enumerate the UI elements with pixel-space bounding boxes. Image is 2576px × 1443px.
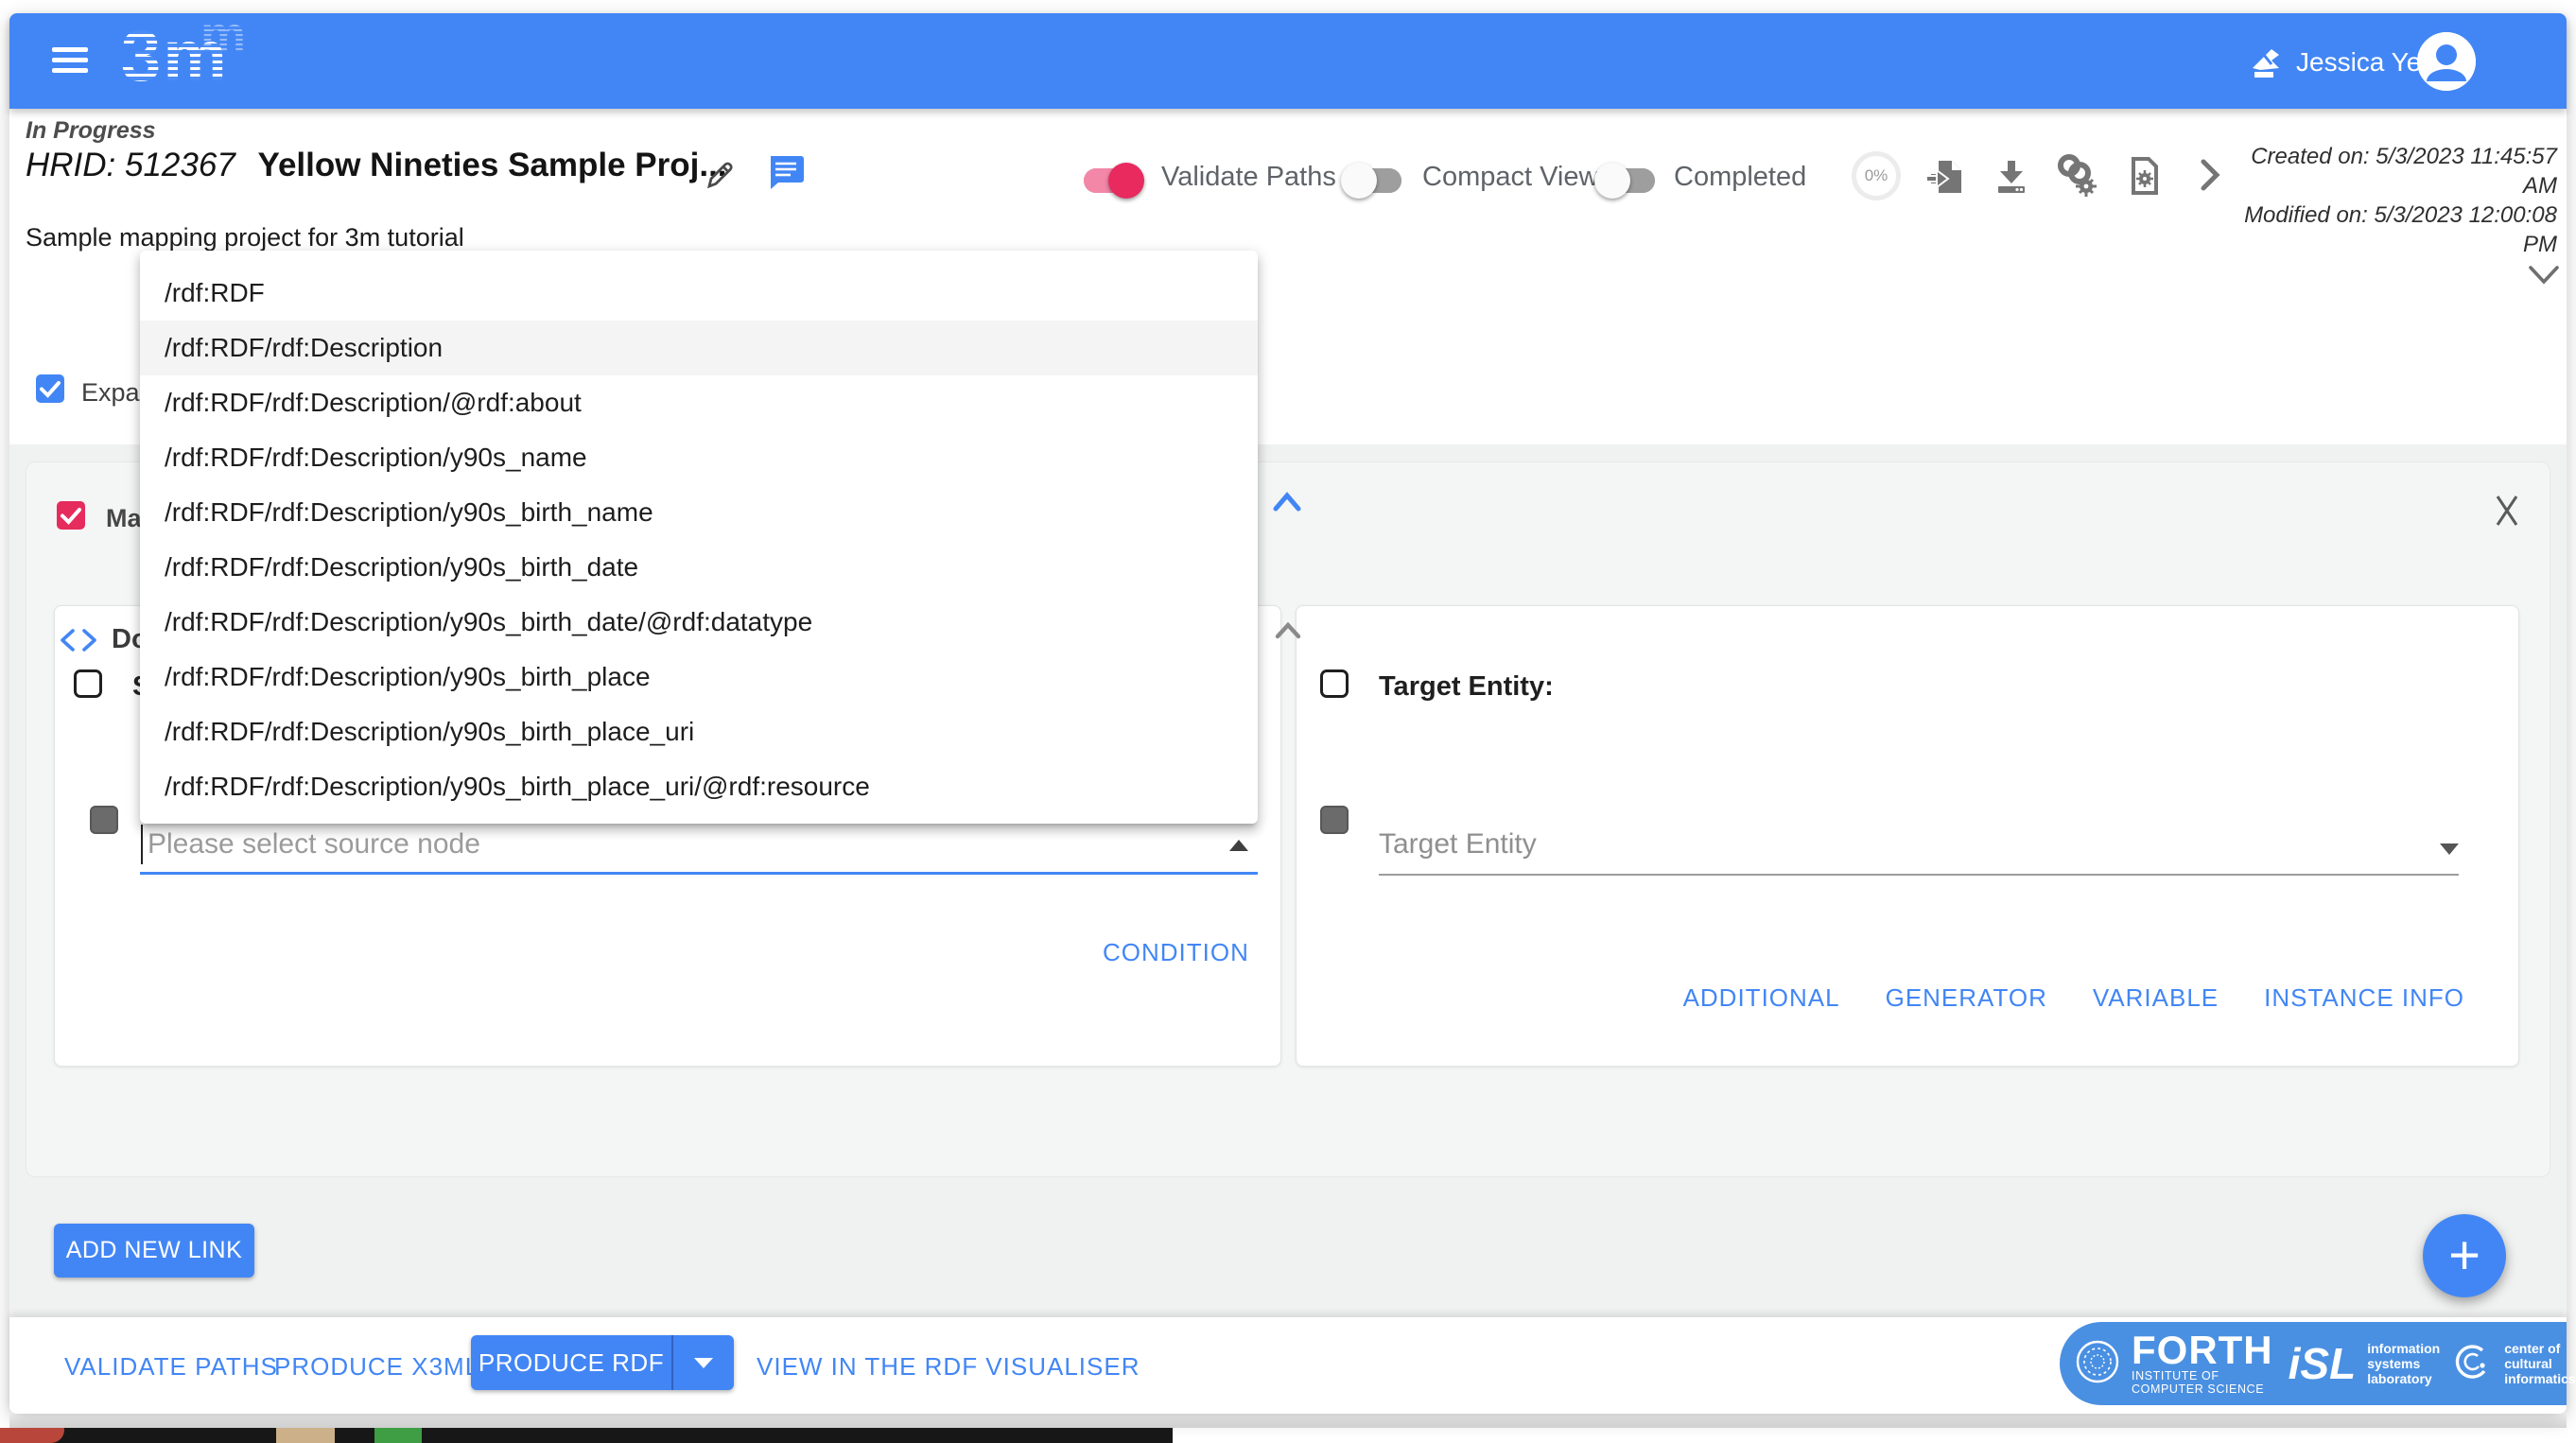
- dropdown-collapse-arrow-icon[interactable]: [1229, 840, 1248, 851]
- forth-seal-icon: [2075, 1339, 2120, 1389]
- source-node-menu: /rdf:RDF/rdf:RDF/rdf:Description/rdf:RDF…: [140, 251, 1258, 824]
- menu-item[interactable]: /rdf:RDF/rdf:Description/y90s_birth_date: [140, 540, 1258, 595]
- cci-logo-icon: [2451, 1341, 2493, 1387]
- toggle-label: Completed: [1674, 162, 1806, 193]
- target-entity-checkbox[interactable]: [1320, 669, 1349, 698]
- isl-logo: iSL: [2289, 1338, 2357, 1389]
- variable-button[interactable]: VARIABLE: [2093, 983, 2219, 1013]
- target-buttons-row: ADDITIONAL GENERATOR VARIABLE INSTANCE I…: [1683, 983, 2464, 1013]
- menu-item[interactable]: /rdf:RDF: [140, 266, 1258, 321]
- validate-paths-button[interactable]: VALIDATE PATHS: [64, 1352, 278, 1382]
- import-file-icon[interactable]: [1925, 157, 1965, 201]
- app-logo-ghost-m: m: [200, 6, 246, 64]
- feedback-icon[interactable]: [2243, 43, 2285, 90]
- comment-icon[interactable]: [766, 151, 806, 196]
- target-entity-label: Target Entity:: [1379, 671, 1554, 703]
- project-dates: Created on: 5/3/2023 11:45:57 AM Modifie…: [2222, 142, 2557, 259]
- project-hrid: HRID: 512367: [26, 147, 235, 183]
- produce-rdf-split-button[interactable]: PRODUCE RDF: [471, 1335, 734, 1390]
- window-bottom-fade: [9, 1414, 2567, 1428]
- instance-info-button[interactable]: INSTANCE INFO: [2264, 983, 2464, 1013]
- toggle-track[interactable]: [1343, 168, 1401, 193]
- project-description: Sample mapping project for 3m tutorial: [26, 223, 464, 252]
- source-row-checkbox[interactable]: [90, 806, 118, 834]
- download-icon[interactable]: [1992, 157, 2031, 201]
- document-settings-icon[interactable]: [2124, 155, 2166, 201]
- add-new-link-button[interactable]: ADD NEW LINK: [54, 1224, 254, 1278]
- generator-button[interactable]: GENERATOR: [1886, 983, 2047, 1013]
- toggle-track[interactable]: [1596, 168, 1655, 193]
- mapping-label: Ma: [106, 504, 142, 533]
- menu-item[interactable]: /rdf:RDF/rdf:Description: [140, 321, 1258, 375]
- background-fragment-tan: [276, 1428, 335, 1443]
- target-entity-underline: [1379, 874, 2459, 876]
- background-fragment-red: [0, 1428, 64, 1443]
- menu-item[interactable]: /rdf:RDF/rdf:Description/y90s_name: [140, 430, 1258, 485]
- arrow-down-icon: [694, 1358, 713, 1368]
- forth-footer-logo: FORTH INSTITUTE OF COMPUTER SCIENCE iSL …: [2060, 1322, 2567, 1405]
- menu-item[interactable]: /rdf:RDF/rdf:Description/y90s_birth_date…: [140, 595, 1258, 650]
- source-node-underline: [140, 872, 1258, 875]
- target-entity-select[interactable]: Target Entity: [1379, 828, 1537, 861]
- forth-subtitle: INSTITUTE OF COMPUTER SCIENCE: [2132, 1369, 2273, 1396]
- avatar[interactable]: [2417, 32, 2476, 91]
- project-title: Yellow Nineties Sample Proj...: [258, 147, 727, 183]
- forth-name: FORTH: [2132, 1331, 2273, 1369]
- menu-item[interactable]: /rdf:RDF/rdf:Description/y90s_birth_plac…: [140, 650, 1258, 704]
- toggle-label: Compact View: [1422, 162, 1598, 193]
- app-header-bar: [9, 13, 2567, 109]
- source-node-checkbox[interactable]: [74, 669, 102, 698]
- link-generator-icon[interactable]: [2054, 151, 2099, 201]
- target-row-checkbox[interactable]: [1320, 806, 1349, 834]
- collapse-domain-chevron-up-icon[interactable]: [1273, 620, 1303, 646]
- chevron-down-icon[interactable]: [2527, 263, 2561, 292]
- condition-button[interactable]: CONDITION: [1103, 938, 1249, 967]
- toggle-thumb[interactable]: [1108, 163, 1144, 199]
- collapse-mapping-chevron-up-icon[interactable]: [1271, 490, 1303, 519]
- isl-caption: information systems laboratory: [2367, 1341, 2440, 1386]
- close-mapping-icon[interactable]: [2491, 494, 2523, 532]
- toggle-thumb[interactable]: [1341, 163, 1377, 199]
- project-status: In Progress: [26, 117, 156, 145]
- select-arrow-down-icon[interactable]: [2440, 843, 2459, 855]
- created-on: Created on: 5/3/2023 11:45:57 AM: [2222, 142, 2557, 200]
- produce-x3ml-button[interactable]: PRODUCE X3ML: [274, 1352, 479, 1382]
- project-title-row: HRID: 512367 Yellow Nineties Sample Proj…: [26, 147, 727, 184]
- menu-item[interactable]: /rdf:RDF/rdf:Description/y90s_birth_name: [140, 485, 1258, 540]
- expand-all-checkbox[interactable]: [36, 374, 64, 403]
- text-cursor: [141, 825, 143, 864]
- toggle-track[interactable]: [1084, 168, 1142, 193]
- view-rdf-visualiser-button[interactable]: VIEW IN THE RDF VISUALISER: [757, 1352, 1140, 1382]
- source-node-menu-items: /rdf:RDF/rdf:RDF/rdf:Description/rdf:RDF…: [140, 266, 1258, 824]
- code-icon: [59, 628, 102, 657]
- user-name: Jessica Ye: [2296, 47, 2421, 78]
- mapping-checkbox[interactable]: [57, 501, 85, 530]
- add-mapping-fab[interactable]: +: [2423, 1214, 2506, 1297]
- menu-item[interactable]: /rdf:RDF/rdf:Description/y90s_birth_plac…: [140, 759, 1258, 814]
- produce-rdf-dropdown-arrow[interactable]: [673, 1335, 734, 1390]
- menu-item[interactable]: /rdf:RDF/rdf:Description/@rdf:about: [140, 375, 1258, 430]
- toggle-thumb[interactable]: [1594, 163, 1630, 199]
- toggle-label: Validate Paths: [1161, 162, 1336, 193]
- cci-caption: center of cultural informatics: [2504, 1341, 2575, 1386]
- background-window-strip: [47, 1428, 1173, 1443]
- background-fragment-green: [374, 1428, 422, 1443]
- menu-item-clipped[interactable]: /rdf:RDF/rdf:Description/y90s_death_date: [140, 814, 1258, 824]
- expand-all-label: Expa: [81, 378, 140, 408]
- menu-item[interactable]: /rdf:RDF/rdf:Description/y90s_birth_plac…: [140, 704, 1258, 759]
- completion-progress-ring: 0%: [1852, 151, 1901, 200]
- produce-rdf-button[interactable]: PRODUCE RDF: [471, 1335, 671, 1390]
- completion-percent: 0%: [1865, 166, 1888, 185]
- edit-title-icon[interactable]: [702, 157, 738, 198]
- forth-wordmark: FORTH INSTITUTE OF COMPUTER SCIENCE: [2132, 1331, 2273, 1396]
- source-node-select[interactable]: Please select source node: [148, 828, 480, 861]
- modified-on: Modified on: 5/3/2023 12:00:08 PM: [2222, 200, 2557, 259]
- additional-button[interactable]: ADDITIONAL: [1683, 983, 1840, 1013]
- menu-hamburger-icon[interactable]: [52, 47, 88, 74]
